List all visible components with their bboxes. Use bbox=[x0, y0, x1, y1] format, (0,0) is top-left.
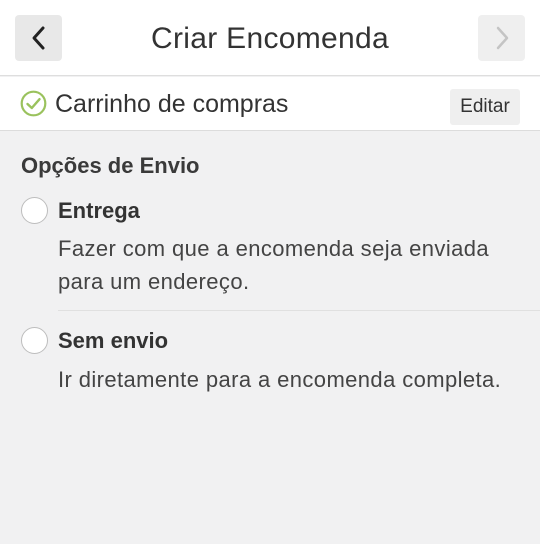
forward-button[interactable] bbox=[478, 15, 525, 61]
delivery-radio[interactable] bbox=[21, 197, 48, 224]
no-shipping-label: Sem envio bbox=[58, 328, 169, 353]
no-shipping-description: Ir diretamente para a encomenda completa… bbox=[58, 367, 502, 392]
delivery-description: Fazer com que a encomenda seja enviada p… bbox=[58, 236, 490, 294]
edit-button[interactable]: Editar bbox=[450, 89, 520, 125]
page-title: Criar Encomenda bbox=[151, 22, 389, 55]
header-bar: Criar Encomenda bbox=[0, 0, 540, 76]
no-shipping-radio[interactable] bbox=[21, 327, 48, 354]
option-divider bbox=[58, 310, 540, 311]
shipping-section-title: Opções de Envio bbox=[21, 153, 200, 178]
check-circle-icon bbox=[20, 90, 47, 117]
cart-label: Carrinho de compras bbox=[55, 90, 289, 118]
cart-status-bar: Carrinho de compras Editar bbox=[0, 77, 540, 131]
chevron-right-icon bbox=[496, 26, 508, 50]
delivery-label: Entrega bbox=[58, 198, 140, 223]
